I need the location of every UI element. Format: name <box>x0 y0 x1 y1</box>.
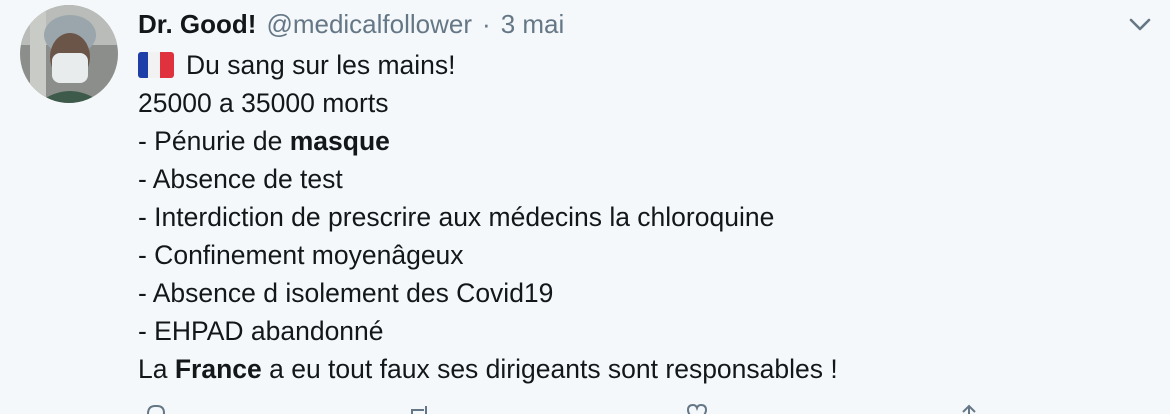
france-flag-icon <box>138 52 174 78</box>
header-separator: · <box>482 8 491 39</box>
avatar-image <box>20 5 118 103</box>
like-icon[interactable] <box>686 404 708 414</box>
tweet-line: - Interdiction de prescrire aux médecins… <box>138 202 775 232</box>
tweet-header: Dr. Good! @medicalfollower · 3 mai <box>138 6 564 42</box>
tweet-line: - Confinement moyenâgeux <box>138 240 464 270</box>
bold-keyword: masque <box>289 126 390 156</box>
reply-icon[interactable] <box>144 404 166 414</box>
display-name[interactable]: Dr. Good! <box>138 9 256 40</box>
bold-keyword: France <box>174 354 262 384</box>
share-icon[interactable] <box>958 404 980 414</box>
tweet-line: Du sang sur les mains! <box>138 46 1148 84</box>
user-handle[interactable]: @medicalfollower <box>266 9 472 40</box>
tweet-text: Du sang sur les mains! 25000 a 35000 mor… <box>138 46 1148 388</box>
tweet-line: - Absence de test <box>138 164 343 194</box>
retweet-icon[interactable] <box>408 404 430 414</box>
tweet-line: - EHPAD abandonné <box>138 316 384 346</box>
tweet-line: La France a eu tout faux ses dirigeants … <box>138 350 1148 388</box>
tweet-card[interactable]: Dr. Good! @medicalfollower · 3 mai Du sa… <box>0 0 1170 414</box>
tweet-line-text: - Pénurie de <box>138 126 290 156</box>
tweet-line: - Absence d isolement des Covid19 <box>138 278 554 308</box>
tweet-line-text: a eu tout faux ses dirigeants sont respo… <box>261 354 838 384</box>
avatar[interactable] <box>20 5 118 103</box>
tweet-line-text: La <box>138 354 175 384</box>
tweet-timestamp[interactable]: 3 mai <box>501 9 565 40</box>
chevron-down-icon[interactable] <box>1124 8 1156 40</box>
tweet-line: 25000 a 35000 morts <box>138 88 389 118</box>
tweet-line-text: Du sang sur les mains! <box>186 50 456 80</box>
tweet-actions <box>138 404 1098 414</box>
tweet-line: - Pénurie de masque <box>138 122 1148 160</box>
